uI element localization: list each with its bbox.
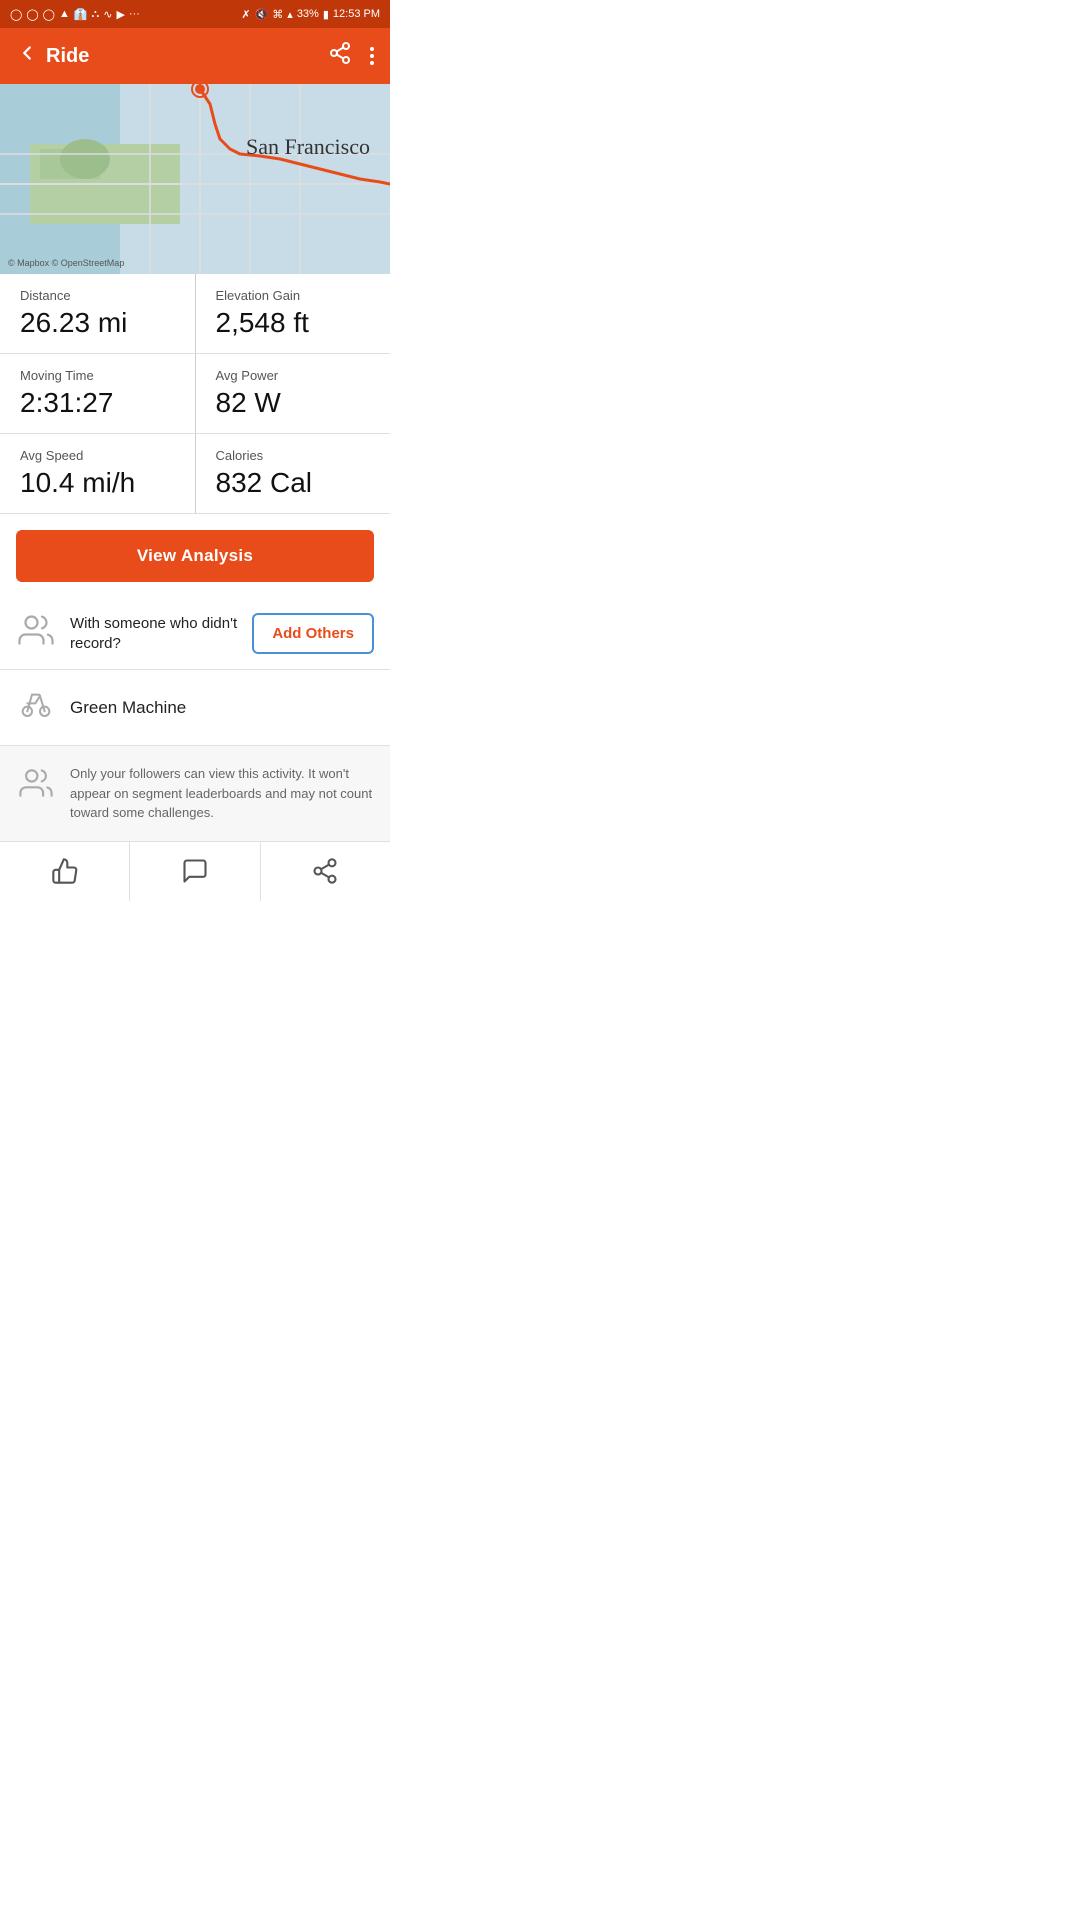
- stat-avg-speed-label: Avg Speed: [20, 448, 175, 463]
- stat-avg-power-value: 82 W: [216, 387, 371, 419]
- more-icon: ···: [129, 8, 140, 20]
- stat-avg-power-label: Avg Power: [216, 368, 371, 383]
- stats-row-3: Avg Speed 10.4 mi/h Calories 832 Cal: [0, 434, 390, 514]
- fb-icon-1: ◯: [10, 8, 22, 21]
- route-icon: ∿: [103, 8, 112, 21]
- status-icons-left: ◯ ◯ ◯ ▲ 👔 ⛬ ∿ ▶ ···: [10, 8, 140, 21]
- stat-moving-time-value: 2:31:27: [20, 387, 175, 419]
- stat-elevation-value: 2,548 ft: [216, 307, 371, 339]
- stat-calories: Calories 832 Cal: [196, 434, 391, 513]
- shield-icon: ⛬: [92, 8, 100, 21]
- bag-icon: 👔: [74, 8, 88, 21]
- privacy-text: Only your followers can view this activi…: [70, 764, 374, 823]
- comment-button[interactable]: [130, 842, 260, 901]
- signal-icon: ▴: [287, 8, 293, 21]
- stat-distance-value: 26.23 mi: [20, 307, 175, 339]
- mute-icon: 🔇: [255, 8, 269, 21]
- privacy-row: Only your followers can view this activi…: [0, 746, 390, 841]
- page-title: Ride: [46, 45, 89, 68]
- kudos-button[interactable]: [0, 842, 130, 901]
- add-others-button[interactable]: Add Others: [252, 613, 374, 654]
- share-activity-button[interactable]: [261, 842, 390, 901]
- status-icons-right: ✗ 🔇 ⌘ ▴ 33% ▮ 12:53 PM: [241, 8, 380, 21]
- map-credits: © Mapbox © OpenStreetMap: [8, 258, 124, 268]
- dot-3: [370, 61, 374, 65]
- time: 12:53 PM: [333, 8, 380, 20]
- map-view[interactable]: San Francisco © Mapbox © OpenStreetMap: [0, 84, 390, 274]
- stat-avg-speed-value: 10.4 mi/h: [20, 467, 175, 499]
- stat-calories-label: Calories: [216, 448, 371, 463]
- stat-avg-power: Avg Power 82 W: [196, 354, 391, 433]
- bike-icon: [16, 688, 56, 727]
- dot-1: [370, 47, 374, 51]
- header: Ride: [0, 28, 390, 84]
- stat-calories-value: 832 Cal: [216, 467, 371, 499]
- stats-section: Distance 26.23 mi Elevation Gain 2,548 f…: [0, 274, 390, 514]
- bike-row: Green Machine: [0, 670, 390, 746]
- stat-moving-time: Moving Time 2:31:27: [0, 354, 196, 433]
- with-someone-row: With someone who didn't record? Add Othe…: [0, 598, 390, 670]
- stat-distance: Distance 26.23 mi: [0, 274, 196, 353]
- fb-icon-3: ◯: [43, 8, 55, 21]
- header-right: [328, 41, 374, 71]
- stat-distance-label: Distance: [20, 288, 175, 303]
- triangle-icon: ▲: [59, 8, 70, 20]
- privacy-icon: [16, 766, 56, 807]
- map-city-label: San Francisco: [246, 134, 370, 160]
- header-left: Ride: [16, 42, 89, 70]
- stat-elevation-label: Elevation Gain: [216, 288, 371, 303]
- group-icon: [16, 612, 56, 655]
- wifi-icon: ⌘: [272, 8, 283, 21]
- fb-icon-2: ◯: [26, 8, 38, 21]
- back-button[interactable]: [16, 42, 38, 70]
- view-analysis-button[interactable]: View Analysis: [16, 530, 374, 582]
- battery-icon: ▮: [323, 8, 329, 21]
- bluetooth-icon: ✗: [241, 8, 250, 21]
- stats-row-2: Moving Time 2:31:27 Avg Power 82 W: [0, 354, 390, 434]
- dot-2: [370, 54, 374, 58]
- stat-avg-speed: Avg Speed 10.4 mi/h: [0, 434, 196, 513]
- with-someone-question: With someone who didn't record?: [70, 614, 238, 653]
- stat-elevation: Elevation Gain 2,548 ft: [196, 274, 391, 353]
- nav-icon: ▶: [116, 8, 124, 21]
- more-button[interactable]: [370, 47, 374, 65]
- status-bar: ◯ ◯ ◯ ▲ 👔 ⛬ ∿ ▶ ··· ✗ 🔇 ⌘ ▴ 33% ▮ 12:53 …: [0, 0, 390, 28]
- bottom-bar: [0, 841, 390, 901]
- battery-percent: 33%: [297, 8, 319, 20]
- share-icon[interactable]: [328, 41, 352, 71]
- stat-moving-time-label: Moving Time: [20, 368, 175, 383]
- bike-name: Green Machine: [70, 698, 186, 718]
- stats-row-1: Distance 26.23 mi Elevation Gain 2,548 f…: [0, 274, 390, 354]
